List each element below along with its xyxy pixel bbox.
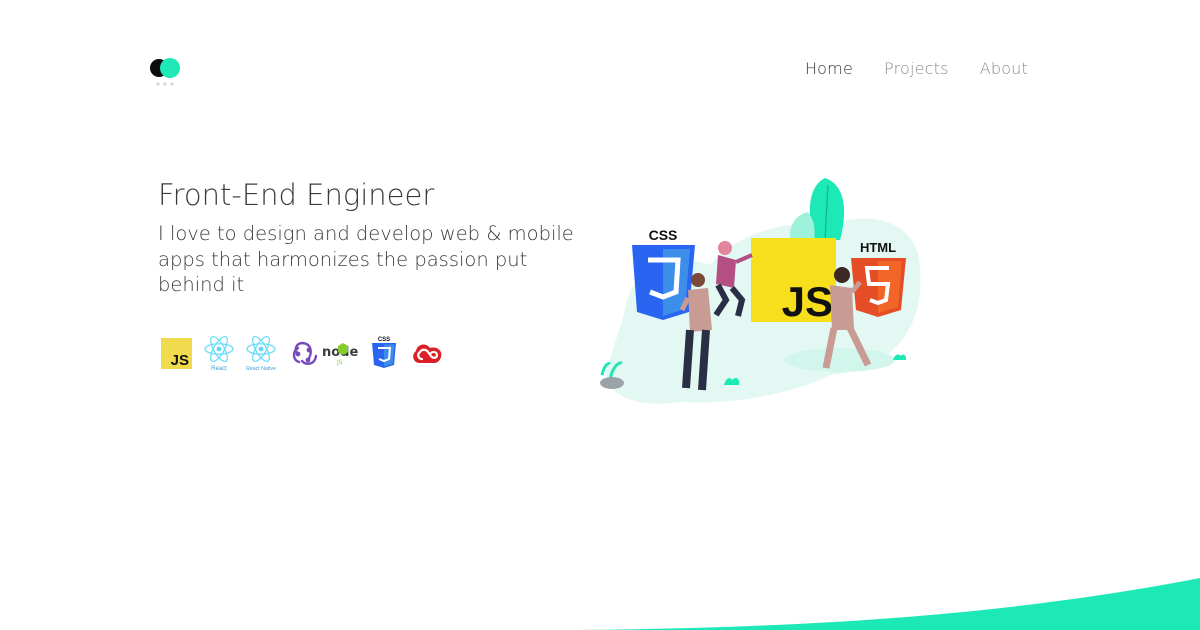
main-nav: Home Projects About xyxy=(805,59,1028,78)
svg-text:React: React xyxy=(211,366,227,372)
svg-text:JS: JS xyxy=(171,352,189,369)
svg-text:JS: JS xyxy=(336,359,343,366)
svg-text:JS: JS xyxy=(782,278,833,325)
nav-about-link[interactable]: About xyxy=(980,59,1028,78)
svg-text:React Native: React Native xyxy=(246,366,276,372)
nav-home-link[interactable]: Home xyxy=(805,59,853,78)
react-icon: React xyxy=(204,336,234,372)
adobe-creative-cloud-icon xyxy=(413,344,442,363)
svg-text:HTML: HTML xyxy=(860,240,896,255)
css3-icon: CSS xyxy=(372,337,396,368)
logo-icon[interactable] xyxy=(150,57,184,89)
decorative-wave xyxy=(575,578,1200,630)
hero-title: Front-End Engineer xyxy=(158,178,435,212)
hero-subtitle: I love to design and develop web & mobil… xyxy=(158,222,574,296)
javascript-icon: JS xyxy=(161,338,192,369)
nav-projects-link[interactable]: Projects xyxy=(884,59,949,78)
developers-illustration: CSS JS HTML xyxy=(600,178,921,404)
nodejs-icon: node JS xyxy=(322,343,358,366)
redux-icon xyxy=(292,341,318,365)
svg-text:CSS: CSS xyxy=(378,337,390,343)
react-native-icon: React Native xyxy=(246,336,276,372)
svg-text:CSS: CSS xyxy=(649,227,678,243)
